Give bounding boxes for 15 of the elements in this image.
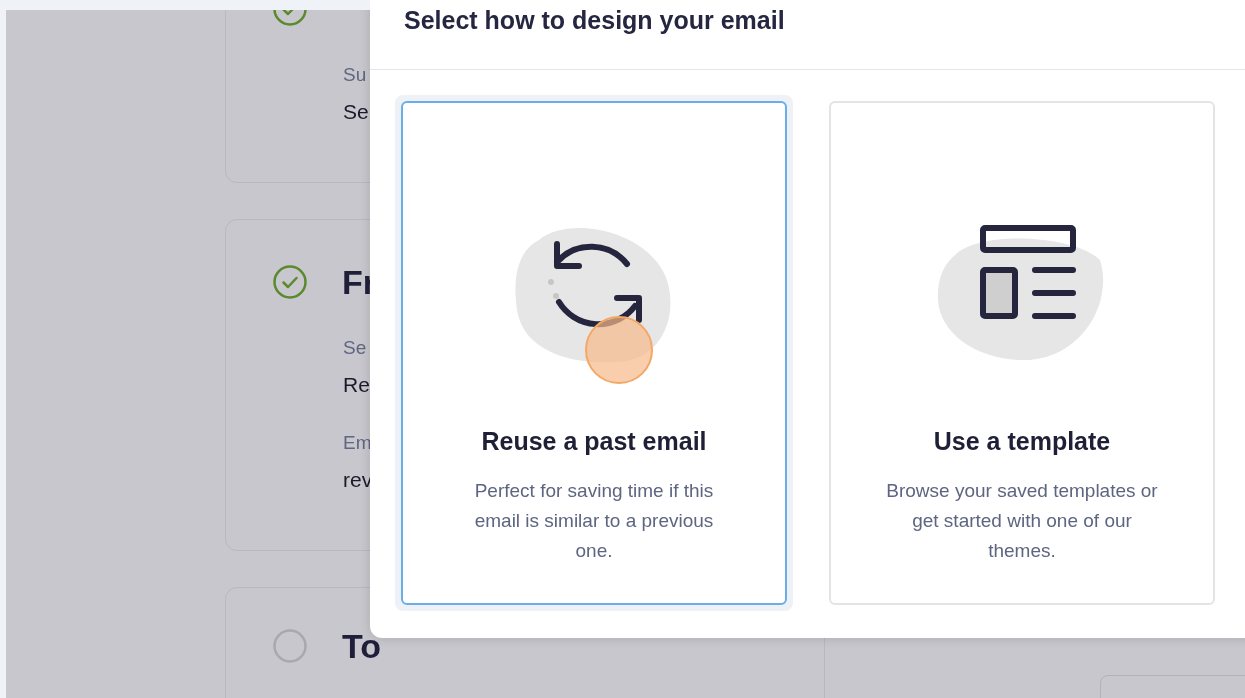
design-option-card[interactable]: Reuse a past email Perfect for saving time if this email is similar to a previous one. — [401, 101, 787, 605]
field-value: Se — [343, 101, 369, 122]
check-circle-icon — [272, 264, 308, 300]
field-label: Se — [343, 338, 367, 357]
field-label: Su — [343, 65, 367, 84]
dialog-title: Select how to design your email — [404, 6, 785, 34]
step-heading: To — [342, 629, 381, 663]
design-option-card[interactable]: Use a template Browse your saved templates or get started with one of our themes. — [829, 101, 1215, 605]
empty-circle-icon — [272, 628, 308, 664]
option-title: Use a template — [933, 429, 1111, 454]
option-title: Reuse a past email — [481, 429, 707, 454]
field-label: Em — [343, 433, 372, 452]
field-value: Re — [343, 374, 370, 395]
option-description: Browse your saved templates or get started with one of our themes. — [886, 479, 1158, 563]
option-description: Perfect for saving time if this email is similar to a previous one. — [473, 479, 715, 563]
